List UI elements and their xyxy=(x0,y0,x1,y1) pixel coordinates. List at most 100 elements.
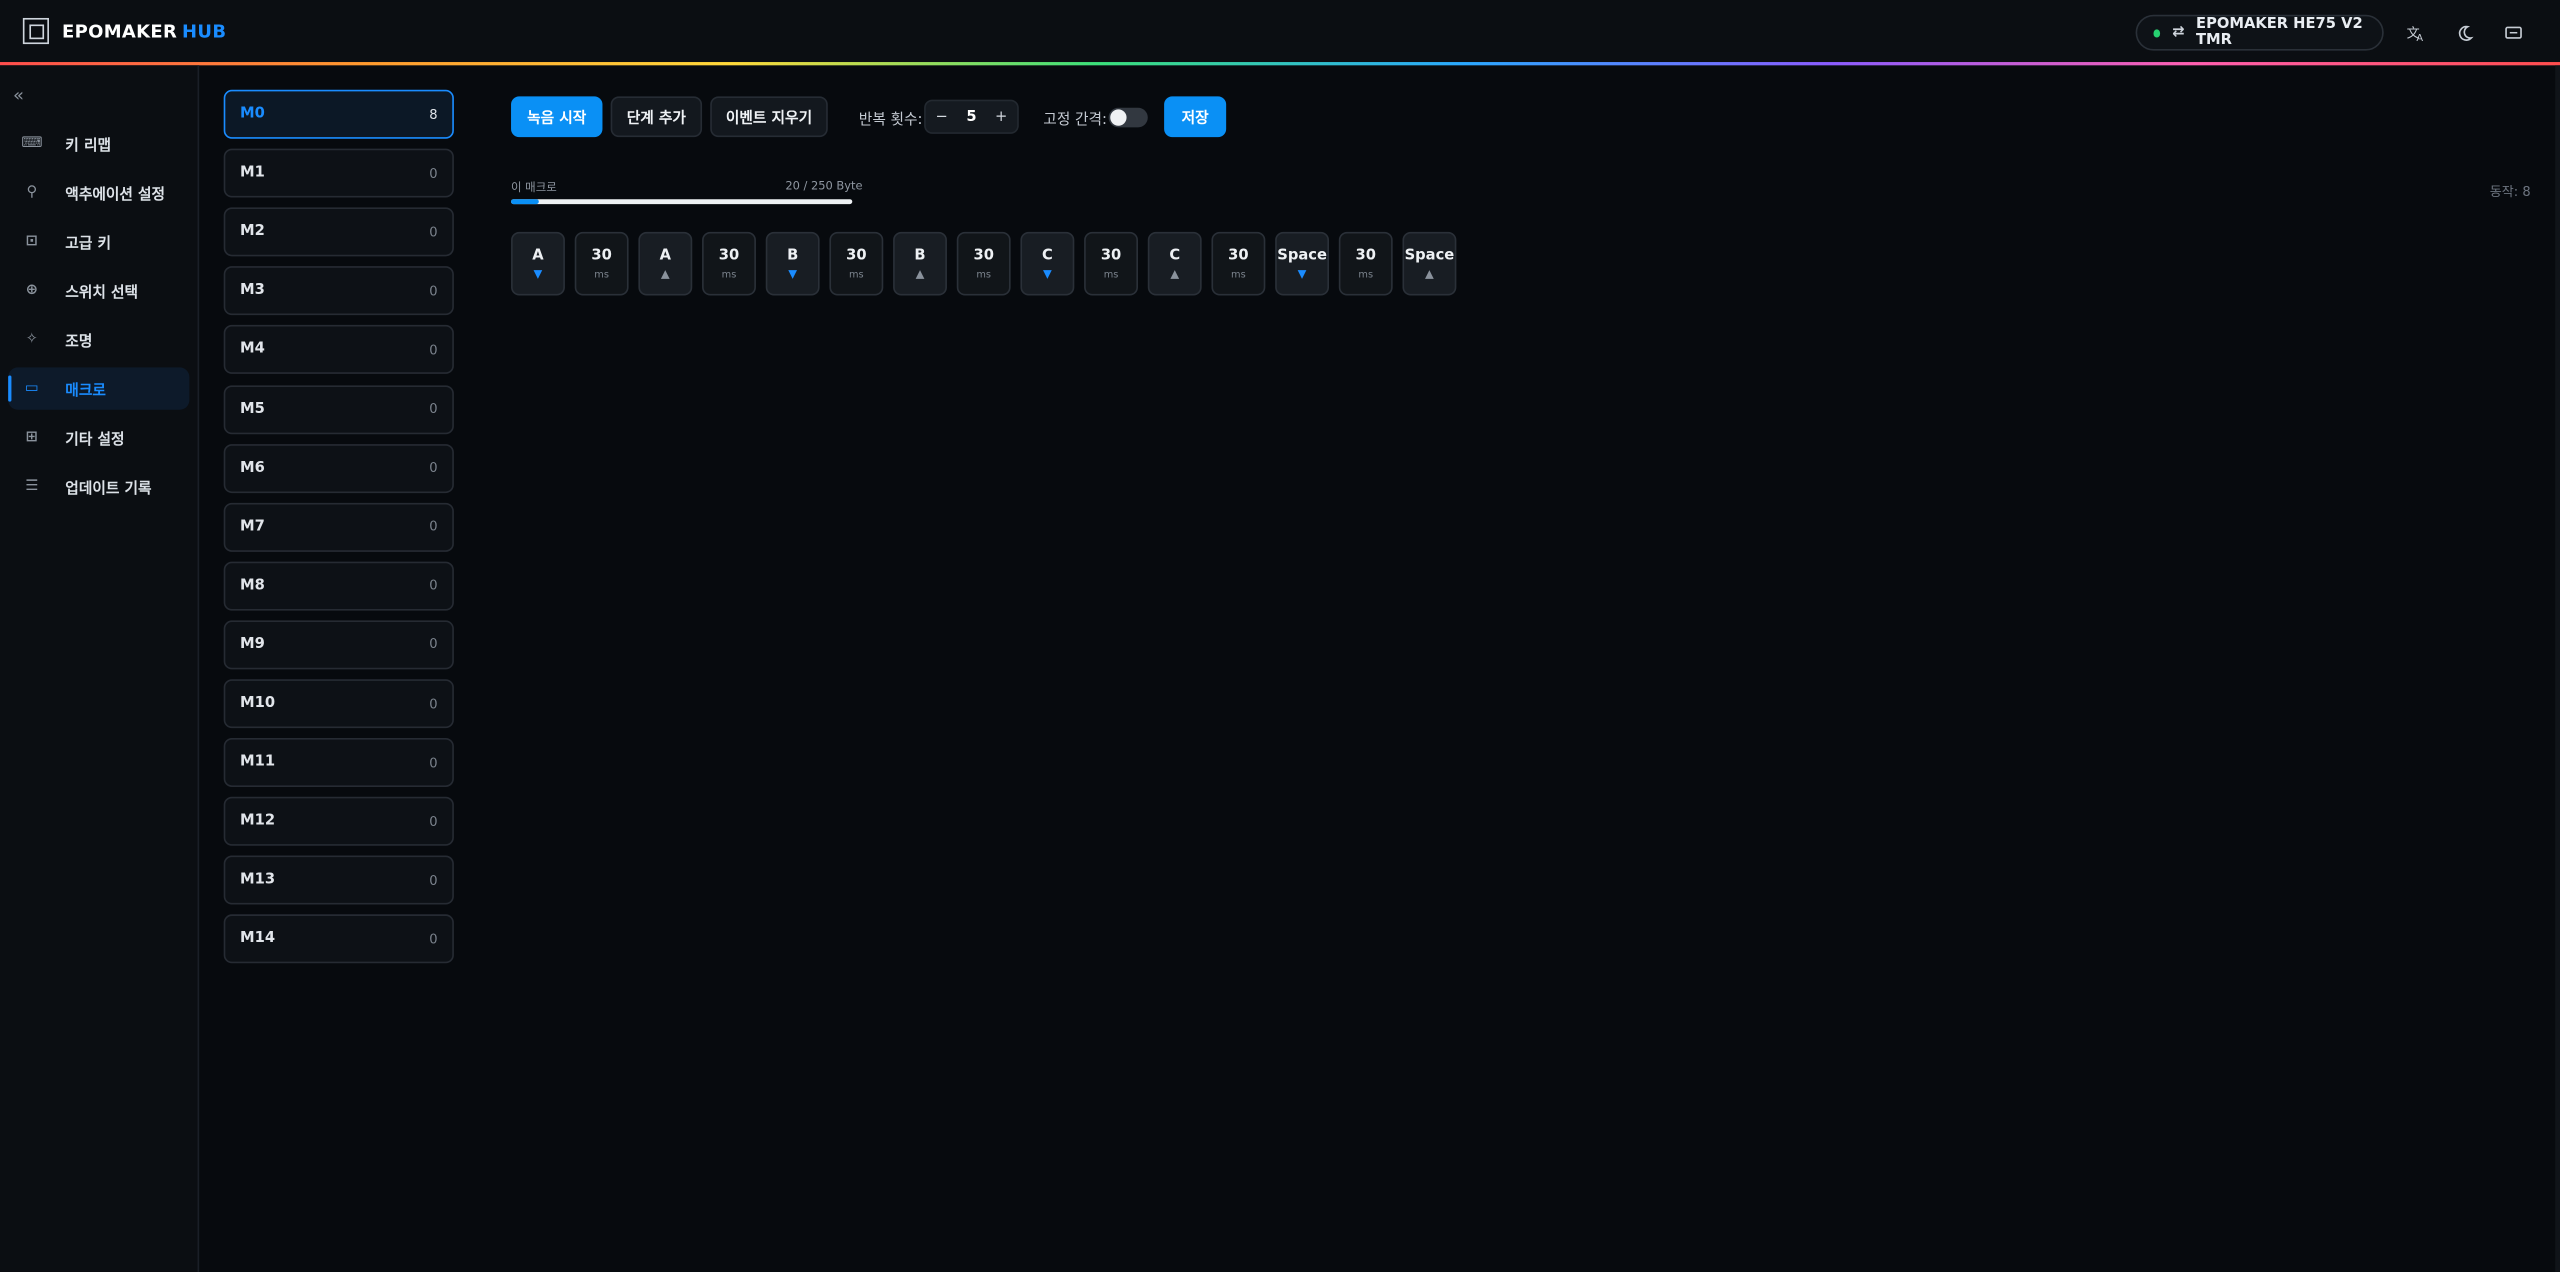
macro-slot-count: 0 xyxy=(429,342,438,358)
sidebar-item-4[interactable]: ✧ 조명 xyxy=(8,318,189,360)
macro-delay-event[interactable]: 30 ms xyxy=(956,231,1011,296)
macro-slot-name: M7 xyxy=(240,518,265,536)
macro-key-event[interactable]: A ▼ xyxy=(511,231,565,296)
clear-events-button[interactable]: 이벤트 지우기 xyxy=(710,96,828,138)
action-count: 동작: 8 xyxy=(2489,184,2531,200)
macro-slot-count: 0 xyxy=(429,519,438,535)
macro-slot[interactable]: M3 0 xyxy=(223,266,454,316)
brand-name: EPOMAKER HUB xyxy=(62,20,226,41)
sidebar-item-label: 고급 키 xyxy=(65,235,111,253)
macro-delay-event[interactable]: 30 ms xyxy=(1338,231,1393,296)
delay-value: 30 xyxy=(1228,247,1249,264)
macro-key-event[interactable]: Space ▲ xyxy=(1402,231,1457,296)
dark-mode-icon[interactable] xyxy=(2451,20,2477,46)
collapse-sidebar-icon[interactable]: « xyxy=(13,85,24,106)
macro-delay-event[interactable]: 30 ms xyxy=(574,231,629,296)
brand-text: EPOMAKER xyxy=(62,20,178,42)
macro-slot-count: 0 xyxy=(429,165,438,181)
delay-unit: ms xyxy=(594,268,609,281)
macro-key-event[interactable]: Space ▼ xyxy=(1275,231,1330,296)
macro-key-event[interactable]: C ▼ xyxy=(1020,231,1075,296)
macro-delay-event[interactable]: 30 ms xyxy=(829,231,884,296)
save-button[interactable]: 저장 xyxy=(1164,96,1227,138)
macro-slot-count: 0 xyxy=(429,283,438,299)
brand-logo: EPOMAKER HUB xyxy=(22,17,226,45)
sidebar-item-2[interactable]: ⊡ 고급 키 xyxy=(8,220,189,262)
sidebar-item-1[interactable]: ⚲ 액추에이션 설정 xyxy=(8,171,189,213)
svg-text:A: A xyxy=(2416,33,2423,43)
feedback-icon[interactable] xyxy=(2500,20,2526,46)
key-label: B xyxy=(787,247,799,264)
macro-slot-count: 0 xyxy=(429,637,438,653)
macro-slot[interactable]: M8 0 xyxy=(223,561,454,611)
page-scrollbar[interactable] xyxy=(2555,65,2560,1272)
macro-slot-name: M14 xyxy=(240,931,276,948)
macro-slot-name: M8 xyxy=(240,577,265,594)
increment-icon[interactable]: + xyxy=(995,109,1007,125)
macro-slot-count: 0 xyxy=(429,696,438,712)
macro-slot[interactable]: M9 0 xyxy=(223,620,454,670)
macro-slot[interactable]: M12 0 xyxy=(223,797,454,847)
macro-slot-name: M13 xyxy=(240,872,276,889)
key-down-icon: ▼ xyxy=(1042,266,1052,281)
macro-slot-count: 0 xyxy=(429,932,438,947)
document-icon: ☰ xyxy=(25,478,39,495)
sidebar-item-7[interactable]: ☰ 업데이트 기록 xyxy=(8,465,189,507)
macro-key-event[interactable]: A ▲ xyxy=(638,231,693,296)
sidebar-item-5[interactable]: ▭ 매크로 xyxy=(8,367,190,410)
fixed-interval-toggle[interactable] xyxy=(1108,107,1148,128)
sidebar-item-3[interactable]: ⊕ 스위치 선택 xyxy=(8,269,189,311)
macro-slot[interactable]: M5 0 xyxy=(223,384,454,434)
macro-key-event[interactable]: C ▲ xyxy=(1147,231,1202,296)
bulb-icon: ✧ xyxy=(25,331,38,348)
delay-value: 30 xyxy=(1100,247,1122,264)
macro-delay-event[interactable]: 30 ms xyxy=(702,231,756,296)
macro-slot-count: 0 xyxy=(429,460,438,476)
fixed-interval-label: 고정 간격: xyxy=(1043,112,1107,129)
delay-unit: ms xyxy=(721,268,737,281)
macro-event-list: A ▼ 30 ms A ▲ 30 ms B ▼ 30 ms B ▲ 30 ms C ▼ 30 ms C ▲ 30 ms Spac… xyxy=(511,231,1457,296)
key-label: A xyxy=(659,247,672,264)
macro-key-event[interactable]: B ▲ xyxy=(893,231,947,296)
macro-key-event[interactable]: B ▼ xyxy=(765,231,820,296)
macro-slot[interactable]: M0 8 xyxy=(223,89,454,139)
delay-value: 30 xyxy=(846,247,867,264)
swap-icon: ⇄ xyxy=(2172,24,2185,41)
macro-slot[interactable]: M13 0 xyxy=(223,856,454,906)
repeat-count-value[interactable]: 5 xyxy=(966,109,976,125)
macro-delay-event[interactable]: 30 ms xyxy=(1084,231,1138,296)
device-selector[interactable]: ⇄ EPOMAKER HE75 V2 TMR xyxy=(2135,14,2384,51)
macro-slot[interactable]: M2 0 xyxy=(223,207,454,257)
delay-value: 30 xyxy=(973,247,994,264)
macro-slot[interactable]: M14 0 xyxy=(223,914,454,964)
macro-slot[interactable]: M7 0 xyxy=(223,502,454,552)
decrement-icon[interactable]: − xyxy=(936,109,948,125)
brand-suffix: HUB xyxy=(182,20,227,42)
logo-icon xyxy=(22,17,49,45)
macro-slot[interactable]: M6 0 xyxy=(223,443,454,493)
macro-slot-name: M10 xyxy=(240,695,276,712)
macro-slot[interactable]: M1 0 xyxy=(223,148,454,198)
add-step-button[interactable]: 단계 추가 xyxy=(610,96,703,138)
delay-unit: ms xyxy=(1231,268,1246,281)
macro-slot-name: M9 xyxy=(240,636,265,653)
sidebar-item-6[interactable]: ⊞ 기타 설정 xyxy=(8,416,189,458)
repeat-count-stepper[interactable]: − 5 + xyxy=(924,99,1019,134)
macro-slot[interactable]: M10 0 xyxy=(223,679,454,729)
macro-delay-event[interactable]: 30 ms xyxy=(1211,231,1266,296)
macro-slot-count: 0 xyxy=(429,873,438,888)
key-label: Space xyxy=(1277,247,1327,264)
macro-slot[interactable]: M4 0 xyxy=(223,325,454,375)
macro-slot-name: M4 xyxy=(240,341,265,359)
sidebar-item-0[interactable]: ⌨ 키 리맵 xyxy=(8,122,189,164)
rgb-accent-line xyxy=(0,62,2560,66)
macro-slot-count: 0 xyxy=(429,755,438,770)
macro-slot-name: M5 xyxy=(240,400,265,418)
key-down-icon: ▼ xyxy=(533,266,543,281)
macro-slot[interactable]: M11 0 xyxy=(223,738,454,788)
sidebar-item-label: 매크로 xyxy=(65,382,106,400)
device-name: EPOMAKER HE75 V2 TMR xyxy=(2196,16,2363,49)
record-button[interactable]: 녹음 시작 xyxy=(511,96,603,138)
grid-icon: ⊞ xyxy=(25,429,38,446)
language-icon[interactable]: 文A xyxy=(2403,20,2429,46)
